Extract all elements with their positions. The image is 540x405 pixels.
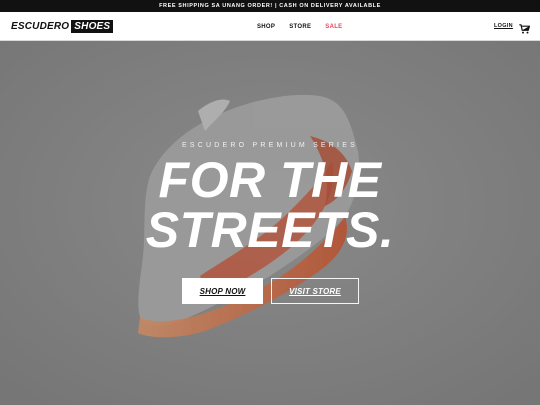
- logo-text-part2: SHOES: [71, 20, 114, 33]
- login-link[interactable]: LOGIN: [494, 23, 513, 29]
- hero-headline: FOR THE STREETS.: [0, 155, 540, 255]
- headline-line-2: STREETS.: [145, 202, 395, 258]
- shop-now-button[interactable]: SHOP NOW: [182, 278, 263, 304]
- announcement-bar: FREE SHIPPING SA UNANG ORDER! | CASH ON …: [0, 0, 540, 12]
- brand-logo[interactable]: ESCUDERO SHOES: [11, 20, 114, 33]
- hero-eyebrow: ESCUDERO PREMIUM SERIES: [182, 142, 358, 149]
- nav-item-store[interactable]: STORE: [289, 24, 311, 30]
- hero-section: ESCUDERO PREMIUM SERIES FOR THE STREETS.…: [0, 41, 540, 405]
- main-navigation: ESCUDERO SHOES SHOP STORE SALE LOGIN: [0, 12, 540, 41]
- nav-menu: SHOP STORE SALE: [257, 12, 342, 41]
- cart-icon[interactable]: [519, 21, 530, 34]
- headline-line-1: FOR THE: [158, 152, 382, 208]
- nav-item-sale[interactable]: SALE: [325, 24, 342, 30]
- logo-text-part1: ESCUDERO: [11, 21, 70, 32]
- visit-store-button[interactable]: VISIT STORE: [271, 278, 359, 304]
- nav-item-shop[interactable]: SHOP: [257, 24, 275, 30]
- cart-icon-svg: [519, 24, 530, 34]
- hero-cta-group: SHOP NOW VISIT STORE: [182, 278, 359, 304]
